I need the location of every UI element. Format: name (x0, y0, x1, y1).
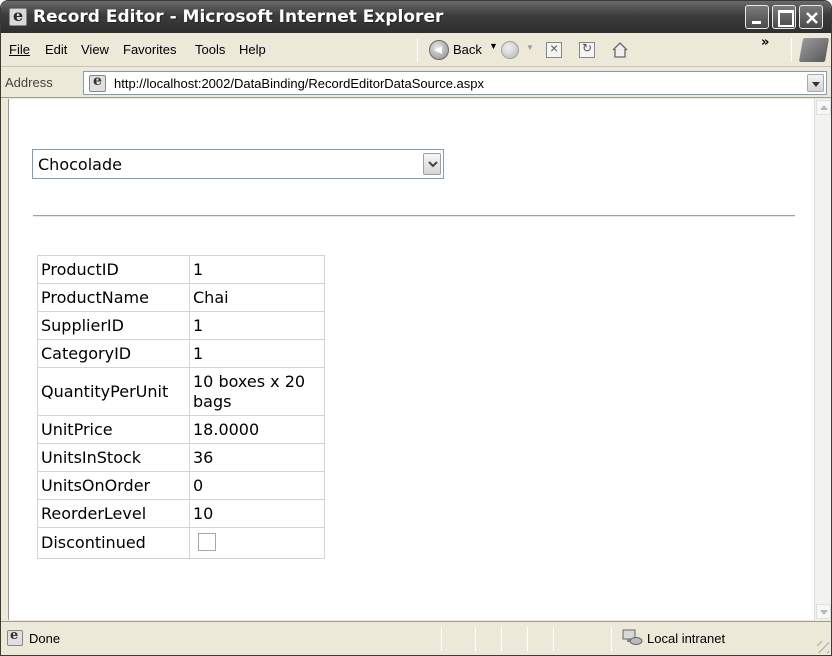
address-url[interactable]: http://localhost:2002/DataBinding/Record… (114, 76, 484, 91)
field-name: UnitsOnOrder (37, 471, 190, 500)
title-bar: Record Editor - Microsoft Internet Explo… (1, 1, 831, 33)
toolbar-separator (791, 38, 792, 62)
table-row: ProductID 1 (37, 255, 325, 284)
table-row: ReorderLevel 10 (37, 499, 325, 528)
page-icon (7, 628, 23, 646)
field-name: ProductName (37, 283, 190, 312)
field-value: 1 (189, 255, 325, 284)
address-label: Address (5, 75, 53, 90)
address-bar: Address http://localhost:2002/DataBindin… (1, 68, 831, 98)
refresh-icon[interactable] (579, 41, 595, 58)
browser-window: Record Editor - Microsoft Internet Explo… (0, 0, 832, 656)
address-input[interactable]: http://localhost:2002/DataBinding/Record… (83, 71, 827, 95)
intranet-icon (621, 628, 643, 646)
maximize-button[interactable] (772, 5, 796, 29)
resize-grip-icon[interactable] (817, 641, 829, 653)
table-row: UnitsOnOrder 0 (37, 471, 325, 500)
toolbar-separator (417, 38, 418, 62)
field-name: UnitsInStock (37, 443, 190, 472)
forward-arrow-icon[interactable] (501, 41, 519, 59)
menu-favorites[interactable]: Favorites (123, 42, 176, 57)
menu-help[interactable]: Help (239, 42, 266, 57)
scroll-down-icon[interactable] (816, 604, 831, 619)
vertical-scrollbar[interactable] (814, 99, 831, 620)
windows-logo-icon (798, 38, 830, 62)
field-value: 0 (189, 471, 325, 500)
address-dropdown-button[interactable] (807, 74, 824, 92)
close-button[interactable] (799, 5, 823, 29)
field-name: SupplierID (37, 311, 190, 340)
field-value: Chai (189, 283, 325, 312)
product-select-value: Chocolade (38, 155, 122, 174)
status-panel-divider (527, 627, 528, 651)
table-row: UnitsInStock 36 (37, 443, 325, 472)
back-dropdown-icon[interactable]: ▼ (489, 41, 498, 51)
table-row: Discontinued (37, 527, 325, 559)
menu-tools[interactable]: Tools (195, 42, 225, 57)
window-title: Record Editor - Microsoft Internet Explo… (33, 7, 444, 27)
minimize-button[interactable] (745, 5, 769, 29)
status-text: Done (29, 631, 61, 646)
close-icon (806, 12, 818, 24)
field-name: ProductID (37, 255, 190, 284)
field-name: Discontinued (37, 527, 190, 559)
table-row: UnitPrice 18.0000 (37, 415, 325, 444)
field-name: QuantityPerUnit (37, 367, 190, 416)
toolbar-more-icon[interactable]: » (761, 35, 769, 50)
menu-file[interactable]: File (9, 42, 30, 57)
ie-icon (9, 6, 27, 26)
scroll-up-icon[interactable] (816, 100, 831, 115)
home-icon[interactable] (611, 41, 629, 59)
field-name: ReorderLevel (37, 499, 190, 528)
table-row: CategoryID 1 (37, 339, 325, 368)
divider (33, 215, 795, 217)
menu-bar: File Edit View Favorites Tools Help Back… (1, 33, 831, 67)
table-row: SupplierID 1 (37, 311, 325, 340)
status-panel-divider (553, 627, 554, 651)
discontinued-checkbox[interactable] (198, 533, 216, 551)
menu-view[interactable]: View (81, 42, 109, 57)
page-content: Chocolade ProductID 1 ProductName Chai S… (8, 99, 814, 620)
field-value (189, 527, 325, 559)
field-value: 1 (189, 339, 325, 368)
status-panel-divider (611, 627, 612, 651)
status-panel-divider (475, 627, 476, 651)
table-row: ProductName Chai (37, 283, 325, 312)
product-details-table: ProductID 1 ProductName Chai SupplierID … (37, 255, 325, 559)
zone-text: Local intranet (647, 631, 726, 646)
menu-edit[interactable]: Edit (45, 42, 67, 57)
status-panel-divider (441, 627, 442, 651)
field-value: 10 boxes x 20 bags (189, 367, 325, 416)
page-icon (89, 73, 106, 92)
status-panel-divider (501, 627, 502, 651)
field-value: 36 (189, 443, 325, 472)
field-name: CategoryID (37, 339, 190, 368)
field-value: 18.0000 (189, 415, 325, 444)
status-bar: Done Local intranet (1, 621, 831, 655)
product-select[interactable]: Chocolade (32, 149, 444, 179)
stop-icon[interactable] (546, 40, 562, 58)
field-value: 1 (189, 311, 325, 340)
forward-dropdown-icon[interactable]: ▼ (526, 43, 534, 52)
back-arrow-icon (429, 40, 449, 60)
table-row: QuantityPerUnit 10 boxes x 20 bags (37, 367, 325, 416)
field-name: UnitPrice (37, 415, 190, 444)
field-value: 10 (189, 499, 325, 528)
back-label: Back (453, 42, 482, 57)
chevron-down-icon[interactable] (423, 153, 441, 175)
